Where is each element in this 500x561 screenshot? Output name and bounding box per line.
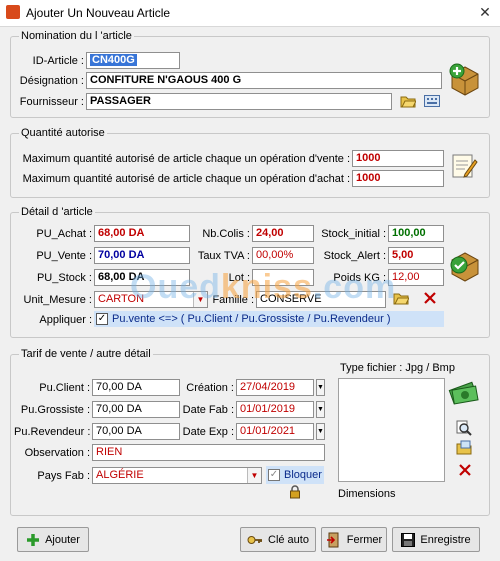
save-disk-icon [401, 532, 416, 547]
keyboard-icon[interactable] [424, 95, 440, 107]
exit-door-icon [326, 532, 339, 547]
folder-image-icon[interactable] [456, 440, 472, 456]
pu-vente-input[interactable]: 70,00 DA [94, 247, 190, 264]
id-article-label: ID-Article : [32, 55, 84, 67]
fermer-button[interactable]: Fermer [321, 527, 387, 552]
window-title: Ajouter Un Nouveau Article [26, 6, 171, 20]
id-article-input[interactable]: CN400G [86, 52, 180, 69]
bloquer-label: Bloquer [284, 469, 322, 481]
creation-date-input[interactable]: 27/04/2019 [236, 379, 314, 396]
date-fab-picker[interactable]: ▼ [316, 401, 325, 418]
pu-achat-input[interactable]: 68,00 DA [94, 225, 190, 242]
quantite-legend: Quantité autorise [19, 127, 107, 139]
appliquer-text: Pu.vente <=> ( Pu.Client / Pu.Grossiste … [112, 313, 391, 325]
stock-initial-input[interactable]: 100,00 [388, 225, 444, 242]
chevron-down-icon[interactable]: ▼ [247, 468, 261, 483]
folder-open-icon[interactable] [400, 94, 416, 108]
pays-fab-select[interactable]: ALGÉRIE ▼ [92, 467, 262, 484]
close-icon[interactable]: ✕ [476, 3, 494, 21]
observation-label: Observation : [24, 447, 90, 459]
observation-input[interactable]: RIEN [92, 444, 325, 461]
zoom-icon[interactable] [456, 420, 472, 436]
stock-alert-input[interactable]: 5,00 [388, 247, 444, 264]
appliquer-row[interactable]: ✓ Pu.vente <=> ( Pu.Client / Pu.Grossist… [94, 311, 444, 327]
nb-colis-label: Nb.Colis : [202, 228, 250, 240]
nomination-legend: Nomination du l 'article [19, 30, 134, 42]
pu-grossiste-label: Pu.Grossiste : [20, 404, 90, 416]
max-vente-label: Maximum quantité autorisé de article cha… [22, 153, 350, 165]
pays-fab-value: ALGÉRIE [96, 469, 144, 481]
date-fab-input[interactable]: 01/01/2019 [236, 401, 314, 418]
image-preview[interactable] [338, 378, 445, 482]
watermark-logo: Ouedkniss.com [130, 268, 397, 306]
unit-mesure-label: Unit_Mesure : [23, 294, 92, 306]
edit-note-icon[interactable] [452, 152, 478, 180]
app-icon [6, 5, 20, 19]
enregistrer-label: Enregistre [420, 533, 471, 546]
date-exp-picker[interactable]: ▼ [316, 423, 325, 440]
creation-date-picker[interactable]: ▼ [316, 379, 325, 396]
delete-icon[interactable] [423, 291, 437, 305]
pu-achat-label: PU_Achat : [36, 228, 92, 240]
pu-vente-label: PU_Vente : [36, 250, 92, 262]
bloquer-checkbox[interactable]: ✓ [268, 469, 280, 481]
nb-colis-input[interactable]: 24,00 [252, 225, 314, 242]
stock-alert-label: Stock_Alert : [323, 250, 386, 262]
dimensions-label: Dimensions [338, 488, 396, 500]
title-bar: Ajouter Un Nouveau Article ✕ [0, 0, 500, 27]
key-icon [247, 535, 262, 544]
date-fab-label: Date Fab : [182, 404, 234, 416]
stock-initial-label: Stock_initial : [321, 228, 386, 240]
ajouter-label: Ajouter [45, 533, 80, 546]
id-article-value: CN400G [90, 54, 137, 66]
pu-revendeur-input[interactable]: 70,00 DA [92, 423, 180, 440]
pu-grossiste-input[interactable]: 70,00 DA [92, 401, 180, 418]
type-fichier-label: Type fichier : Jpg / Bmp [340, 362, 455, 374]
cle-auto-button[interactable]: Clé auto [240, 527, 316, 552]
fermer-label: Fermer [346, 533, 383, 546]
poids-input[interactable]: 12,00 [388, 269, 444, 286]
pu-stock-label: PU_Stock : [36, 272, 92, 284]
tarif-legend: Tarif de vente / autre détail [19, 348, 153, 360]
date-exp-input[interactable]: 01/01/2021 [236, 423, 314, 440]
fournisseur-input[interactable]: PASSAGER [86, 93, 392, 110]
taux-tva-input[interactable]: 00,00% [252, 247, 314, 264]
pu-client-input[interactable]: 70,00 DA [92, 379, 180, 396]
picture-money-icon[interactable] [448, 376, 480, 408]
bloquer-row[interactable]: ✓ Bloquer [266, 466, 324, 484]
appliquer-checkbox[interactable]: ✓ [96, 313, 108, 325]
plus-icon [27, 533, 40, 546]
pu-revendeur-label: Pu.Revendeur : [14, 426, 91, 438]
max-achat-input[interactable]: 1000 [352, 170, 444, 187]
add-product-box-icon[interactable] [448, 62, 482, 96]
cle-auto-label: Clé auto [268, 533, 309, 546]
fournisseur-label: Fournisseur : [19, 96, 84, 108]
max-achat-label: Maximum quantité autorisé de article cha… [22, 173, 350, 185]
date-exp-label: Date Exp : [182, 426, 234, 438]
taux-tva-label: Taux TVA : [197, 250, 250, 262]
max-vente-input[interactable]: 1000 [352, 150, 444, 167]
pays-fab-label: Pays Fab : [37, 470, 90, 482]
designation-label: Désignation : [19, 75, 84, 87]
ajouter-button[interactable]: Ajouter [17, 527, 89, 552]
validate-box-icon[interactable] [448, 248, 482, 282]
designation-input[interactable]: CONFITURE N'GAOUS 400 G [86, 72, 442, 89]
creation-label: Création : [186, 382, 234, 394]
pu-client-label: Pu.Client : [39, 382, 90, 394]
enregistrer-button[interactable]: Enregistre [392, 527, 480, 552]
delete-image-icon[interactable] [458, 463, 472, 477]
detail-legend: Détail d 'article [19, 206, 95, 218]
appliquer-label: Appliquer : [39, 314, 92, 326]
lock-icon [290, 485, 300, 499]
